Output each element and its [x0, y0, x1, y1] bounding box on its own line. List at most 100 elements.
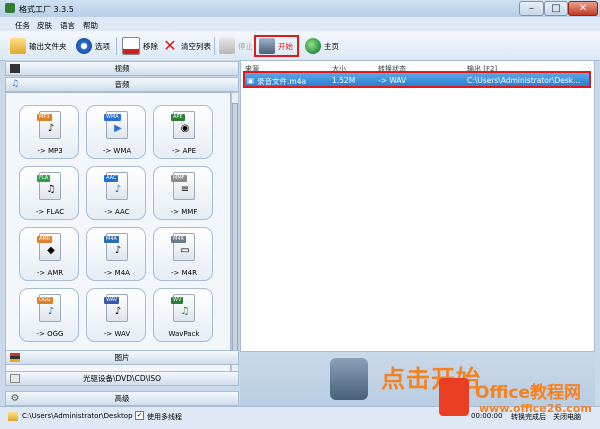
table-row[interactable]: ▣ 录音文件.m4a 1.52M -> WAV C:\Users\Adminis…: [243, 71, 591, 88]
category-optical[interactable]: 光驱设备\DVD\CD\ISO: [5, 371, 239, 386]
status-path[interactable]: C:\Users\Administrator\Desktop: [22, 412, 133, 420]
format-amr[interactable]: AMR ◆ -> AMR: [19, 227, 79, 281]
output-folder-label: 输出文件夹: [29, 41, 67, 51]
clear-list-button[interactable]: ✕ 清空列表: [162, 35, 211, 57]
format-label: -> AAC: [104, 208, 130, 216]
format-label: -> AMR: [36, 269, 64, 277]
format-label: -> APE: [171, 147, 197, 155]
wavpack-file-icon: WV ♫: [171, 294, 195, 322]
ape-file-icon: APE ◉: [171, 111, 195, 139]
m4r-file-icon: M4R ▭: [171, 233, 195, 261]
close-button[interactable]: ✕: [568, 1, 598, 16]
title-bar: 格式工厂 3.3.5 – □ ✕: [0, 0, 600, 17]
format-grid: MP3 ♪ -> MP3 WMA ▶ -> WMA APE ◉ -> APE F…: [5, 92, 231, 374]
format-label: -> MMF: [170, 208, 198, 216]
mp3-file-icon: MP3 ♪: [37, 111, 61, 139]
m4a-file-icon: M4A ♪: [104, 233, 128, 261]
category-picture-label: 图片: [114, 353, 130, 362]
toolbar: 输出文件夹 选项 移除 ✕ 清空列表 停止 开始 主页: [0, 31, 600, 61]
format-m4a[interactable]: M4A ♪ -> M4A: [86, 227, 146, 281]
menu-task[interactable]: 任务: [15, 20, 30, 31]
folder-icon: [10, 38, 26, 54]
format-m4r[interactable]: M4R ▭ -> M4R: [153, 227, 213, 281]
format-label: -> WMA: [102, 147, 132, 155]
scrollbar-thumb[interactable]: [232, 103, 238, 365]
amr-file-icon: AMR ◆: [37, 233, 61, 261]
aac-file-icon: AAC ♪: [104, 172, 128, 200]
options-icon: [76, 38, 92, 54]
app-icon: [5, 3, 15, 13]
ogg-file-icon: OGG ♪: [37, 294, 61, 322]
output-folder-button[interactable]: 输出文件夹: [10, 35, 67, 57]
toolbar-separator: [214, 37, 215, 55]
format-mp3[interactable]: MP3 ♪ -> MP3: [19, 105, 79, 159]
format-wma[interactable]: WMA ▶ -> WMA: [86, 105, 146, 159]
clear-list-label: 清空列表: [181, 41, 211, 51]
folder-icon: [8, 412, 18, 421]
gears-icon: ⚙: [10, 393, 20, 404]
format-label: -> M4R: [171, 269, 197, 277]
format-label: -> MP3: [37, 147, 63, 155]
menu-skin[interactable]: 皮肤: [37, 20, 52, 31]
film-icon: [10, 64, 20, 73]
clear-x-icon: ✕: [163, 36, 177, 55]
music-note-icon: ♫: [10, 79, 20, 89]
category-picture[interactable]: 图片: [5, 350, 239, 365]
home-button[interactable]: 主页: [305, 35, 339, 57]
wma-file-icon: WMA ▶: [104, 111, 128, 139]
cell-size: 1.52M: [332, 76, 356, 85]
start-icon: [259, 38, 275, 54]
format-label: -> OGG: [36, 330, 64, 338]
remove-button[interactable]: 移除: [122, 35, 158, 57]
stop-button[interactable]: 停止: [219, 35, 253, 57]
window-title: 格式工厂 3.3.5: [19, 5, 74, 14]
menu-language[interactable]: 语言: [60, 20, 75, 31]
drive-icon: [10, 374, 20, 383]
format-label: -> FLAC: [35, 208, 65, 216]
picture-icon: [10, 353, 20, 362]
format-wav[interactable]: WAV ♪ -> WAV: [86, 288, 146, 342]
category-audio[interactable]: ♫ 音频: [5, 77, 239, 92]
office-logo-icon: [439, 378, 469, 416]
start-button[interactable]: 开始: [254, 35, 299, 57]
start-icon[interactable]: [330, 358, 368, 400]
options-label: 选项: [95, 41, 110, 51]
format-mmf[interactable]: MMF ≡ -> MMF: [153, 166, 213, 220]
format-aac[interactable]: AAC ♪ -> AAC: [86, 166, 146, 220]
format-wavpack[interactable]: WV ♫ WavPack: [153, 288, 213, 342]
watermark-url: www.office26.com: [479, 402, 592, 415]
format-label: WavPack: [168, 330, 200, 338]
stop-icon: [219, 38, 235, 54]
watermark-brand: Office教程网: [475, 383, 582, 403]
home-globe-icon: [305, 38, 321, 54]
home-label: 主页: [324, 41, 339, 51]
wav-file-icon: WAV ♪: [104, 294, 128, 322]
format-ogg[interactable]: OGG ♪ -> OGG: [19, 288, 79, 342]
multithread-checkbox[interactable]: ✓: [135, 411, 144, 420]
start-label: 开始: [278, 41, 293, 51]
multithread-label: 使用多线程: [147, 413, 182, 421]
format-scrollbar[interactable]: [231, 92, 239, 374]
mmf-file-icon: MMF ≡: [171, 172, 195, 200]
task-list: 来源 大小 转换状态 输出 [F2] ▣ 录音文件.m4a 1.52M -> W…: [240, 60, 595, 352]
toolbar-separator: [116, 37, 117, 55]
format-flac[interactable]: FLA ♫ -> FLAC: [19, 166, 79, 220]
format-label: -> WAV: [103, 330, 131, 338]
audio-file-icon: ▣: [247, 76, 255, 85]
minimize-button[interactable]: –: [519, 1, 544, 16]
category-video-label: 视频: [114, 64, 130, 73]
watermark: Office教程网 www.office26.com: [439, 372, 597, 424]
menu-help[interactable]: 帮助: [83, 20, 98, 31]
remove-label: 移除: [143, 41, 158, 51]
category-advanced[interactable]: ⚙ 高级: [5, 391, 239, 406]
sidebar: 视频 ♫ 音频 MP3 ♪ -> MP3 WMA ▶ -> WMA APE ◉ …: [5, 60, 239, 406]
category-video[interactable]: 视频: [5, 61, 239, 76]
options-button[interactable]: 选项: [76, 35, 110, 57]
maximize-button[interactable]: □: [544, 1, 568, 16]
stop-label: 停止: [238, 41, 253, 51]
format-ape[interactable]: APE ◉ -> APE: [153, 105, 213, 159]
remove-icon: [122, 37, 140, 55]
format-label: -> M4A: [104, 269, 130, 277]
category-optical-label: 光驱设备\DVD\CD\ISO: [82, 374, 162, 383]
flac-file-icon: FLA ♫: [37, 172, 61, 200]
